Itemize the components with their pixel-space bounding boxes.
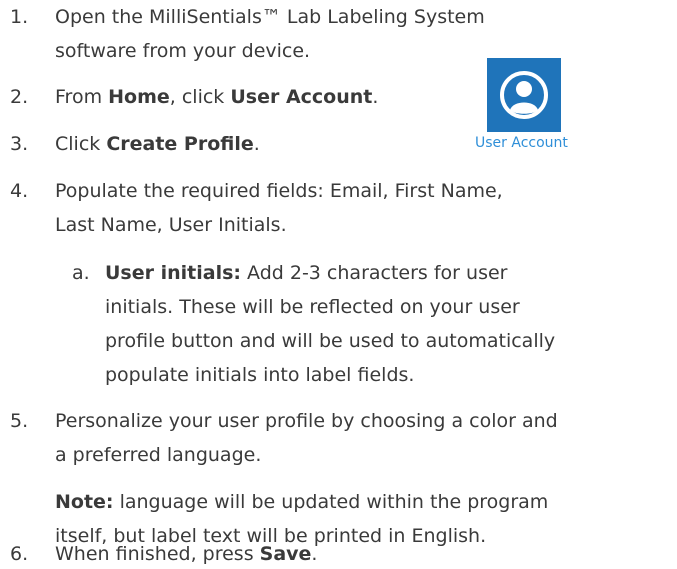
- substep-text-line: initials. These will be reflected on you…: [105, 296, 520, 318]
- step-number: 1.: [10, 6, 29, 28]
- home-reference: Home: [108, 86, 170, 108]
- step-text-line: a preferred language.: [55, 444, 262, 466]
- step-number: 4.: [10, 180, 29, 202]
- substep-text-line: profile button and will be used to autom…: [105, 330, 556, 352]
- step-text: Click Create Profile.: [55, 133, 260, 155]
- substep-text-line: populate initials into label fields.: [105, 364, 415, 386]
- user-account-tile: [487, 58, 561, 132]
- user-account-button[interactable]: User Account: [475, 58, 595, 154]
- user-account-reference: User Account: [230, 86, 373, 108]
- substep-letter: a.: [72, 262, 90, 284]
- instruction-document: 1. Open the MilliSentials™ Lab Labeling …: [0, 0, 677, 569]
- step-text-line: Populate the required fields: Email, Fir…: [55, 180, 503, 202]
- step-text: From Home, click User Account.: [55, 86, 379, 108]
- step-number: 5.: [10, 410, 29, 432]
- note-label: Note:: [55, 491, 114, 513]
- note-text-line: Note: language will be updated within th…: [55, 491, 549, 513]
- save-reference: Save: [259, 543, 312, 565]
- substep-text-line: User initials: Add 2-3 characters for us…: [105, 262, 508, 284]
- step-text: When finished, press Save.: [55, 543, 318, 565]
- user-initials-term: User initials:: [105, 262, 241, 284]
- create-profile-reference: Create Profile: [106, 133, 254, 155]
- step-number: 2.: [10, 86, 29, 108]
- user-profile-icon: [500, 71, 548, 119]
- step-number: 6.: [10, 543, 29, 565]
- step-text-line: Last Name, User Initials.: [55, 214, 287, 236]
- user-account-label: User Account: [475, 135, 568, 151]
- step-text-line: software from your device.: [55, 40, 311, 62]
- step-text-line: Personalize your user profile by choosin…: [55, 410, 558, 432]
- step-text-line: Open the MilliSentials™ Lab Labeling Sys…: [55, 6, 485, 28]
- step-number: 3.: [10, 133, 29, 155]
